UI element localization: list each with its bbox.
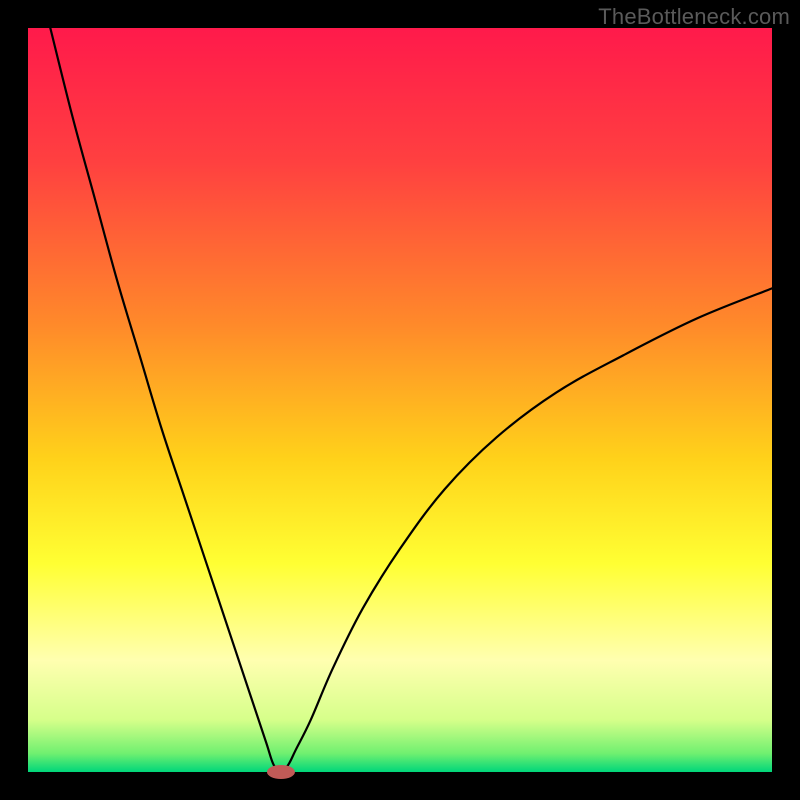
watermark-text: TheBottleneck.com <box>598 4 790 30</box>
optimal-point-marker <box>267 765 295 779</box>
chart-plot-area <box>28 28 772 772</box>
bottleneck-chart <box>0 0 800 800</box>
chart-container: TheBottleneck.com <box>0 0 800 800</box>
